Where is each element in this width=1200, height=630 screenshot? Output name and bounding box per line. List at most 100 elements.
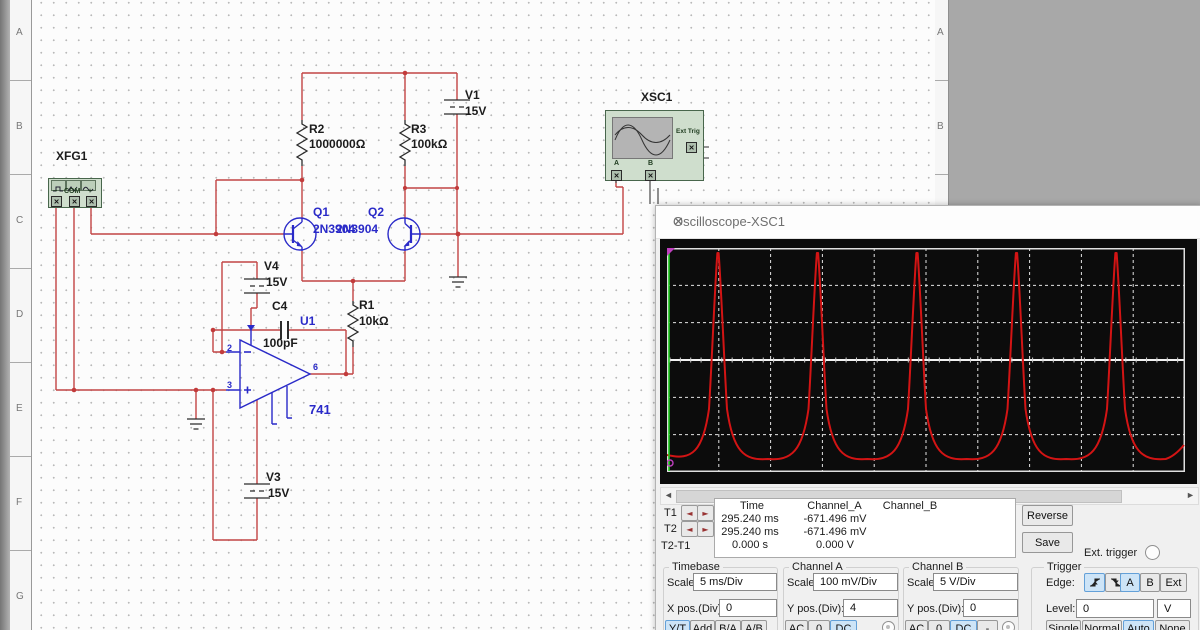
xsc1-a-label: A <box>614 160 619 167</box>
xsc1-mini-screen <box>612 117 673 159</box>
channel-b-ypos-input[interactable]: 0 <box>963 599 1018 617</box>
channel-b-ac-button[interactable]: AC <box>905 620 928 630</box>
trigger-b-button[interactable]: B <box>1140 573 1160 592</box>
r2-value[interactable]: 1000000Ω <box>309 137 365 151</box>
rising-edge-icon <box>1088 576 1102 589</box>
timebase-scale-input[interactable]: 5 ms/Div <box>693 573 777 591</box>
c4-ref[interactable]: C4 <box>272 299 287 313</box>
v3-ref[interactable]: V3 <box>266 470 281 484</box>
r1-ref[interactable]: R1 <box>359 298 374 312</box>
channel-a-radio[interactable] <box>882 621 895 630</box>
active-symbols <box>226 218 421 424</box>
t2t1-label: T2-T1 <box>661 540 690 552</box>
dt-time: 0.000 s <box>715 539 785 551</box>
q2-ref[interactable]: Q2 <box>368 205 384 219</box>
xfg1-plus-terminal[interactable]: ✕ <box>86 196 97 207</box>
v1-ref[interactable]: V1 <box>465 88 480 102</box>
xsc1-exttrig-terminal[interactable]: ✕ <box>686 142 697 153</box>
xfg1-minus-label: − <box>53 188 57 195</box>
t2-label: T2 <box>664 523 677 535</box>
r2-ref[interactable]: R2 <box>309 122 324 136</box>
rising-edge-button[interactable] <box>1084 573 1105 592</box>
channel-b-scale-input[interactable]: 5 V/Div <box>933 573 1018 591</box>
r1-value[interactable]: 10kΩ <box>359 314 389 328</box>
t2-left-button[interactable]: ◄ <box>681 521 698 537</box>
t1-time: 295.240 ms <box>715 513 785 525</box>
channel-a-ac-button[interactable]: AC <box>785 620 808 630</box>
channel-a-dc-button[interactable]: DC <box>830 620 857 630</box>
t2-time: 295.240 ms <box>715 526 785 538</box>
add-button[interactable]: Add <box>690 620 715 630</box>
q1-ref[interactable]: Q1 <box>313 205 329 219</box>
channel-b-radio[interactable] <box>1002 621 1015 630</box>
oscilloscope-window[interactable]: Oscilloscope-XSC1 ✕ ◄ ► T1 ◄ ► T2 ◄ ► T2… <box>655 205 1200 630</box>
channel-a-scale-input[interactable]: 100 mV/Div <box>813 573 898 591</box>
trigger-level-input[interactable]: 0 <box>1076 599 1154 618</box>
mini-sine-traces <box>613 118 672 158</box>
trigger-label: Trigger <box>1044 561 1084 573</box>
normal-button[interactable]: Normal <box>1082 620 1122 630</box>
save-button[interactable]: Save <box>1022 532 1073 553</box>
xfg1-ref[interactable]: XFG1 <box>56 149 87 163</box>
xfg1-plus-label: + <box>88 188 92 195</box>
v1-value[interactable]: 15V <box>465 104 486 118</box>
dt-channel-a: 0.000 V <box>800 539 870 551</box>
oscilloscope-titlebar[interactable]: Oscilloscope-XSC1 ✕ <box>656 206 1200 239</box>
channel-b-minus-button[interactable]: - <box>977 620 998 630</box>
channel-a-ypos-input[interactable]: 4 <box>843 599 898 617</box>
t1-right-button[interactable]: ► <box>697 505 714 521</box>
scope-graticule-and-trace <box>667 248 1185 472</box>
trigger-level-label: Level: <box>1046 603 1075 615</box>
xsc1-b-label: B <box>648 160 653 167</box>
yt-button[interactable]: Y/T <box>665 620 690 630</box>
col-channel-b: Channel_B <box>870 500 950 512</box>
auto-button[interactable]: Auto <box>1123 620 1154 630</box>
trigger-ext-button[interactable]: Ext <box>1160 573 1187 592</box>
t2-channel-a: -671.496 mV <box>800 526 870 538</box>
xfg1-minus-terminal[interactable]: ✕ <box>51 196 62 207</box>
t1-left-button[interactable]: ◄ <box>681 505 698 521</box>
col-time: Time <box>717 500 787 512</box>
readout-table: Time Channel_A Channel_B 295.240 ms -671… <box>714 498 1016 558</box>
q2-value[interactable]: 2N3904 <box>336 222 378 236</box>
xsc1-b-terminal[interactable]: ✕ <box>645 170 656 181</box>
xsc1-exttrig-label: Ext Trig <box>676 128 700 135</box>
u1-value[interactable]: 741 <box>309 402 331 417</box>
scroll-right-icon[interactable]: ► <box>1184 489 1197 501</box>
channel-b-dc-button[interactable]: DC <box>950 620 977 630</box>
channel-a-ypos-label: Y pos.(Div): <box>787 603 844 615</box>
c4-value[interactable]: 100pF <box>263 336 298 350</box>
v4-ref[interactable]: V4 <box>264 259 279 273</box>
u1-ref[interactable]: U1 <box>300 314 315 328</box>
none-button[interactable]: None <box>1155 620 1190 630</box>
ba-button[interactable]: B/A <box>715 620 741 630</box>
xfg1-com-label: COM <box>64 188 80 195</box>
v4-value[interactable]: 15V <box>266 275 287 289</box>
xsc1-a-terminal[interactable]: ✕ <box>611 170 622 181</box>
single-button[interactable]: Single <box>1046 620 1081 630</box>
t1-channel-a: -671.496 mV <box>800 513 870 525</box>
trigger-level-unit[interactable]: V <box>1157 599 1191 618</box>
trigger-a-button[interactable]: A <box>1120 573 1140 592</box>
reverse-button[interactable]: Reverse <box>1022 505 1073 526</box>
t2-right-button[interactable]: ► <box>697 521 714 537</box>
ext-trigger-radio[interactable] <box>1145 545 1160 560</box>
channel-a-zero-button[interactable]: 0 <box>808 620 830 630</box>
ab-button[interactable]: A/B <box>741 620 767 630</box>
multisim-workspace: A B C D E F G A B C D E F G <box>0 0 1200 630</box>
close-icon[interactable]: ✕ <box>673 214 1185 230</box>
xsc1-ref[interactable]: XSC1 <box>641 90 672 104</box>
channel-b-ypos-label: Y pos.(Div): <box>907 603 964 615</box>
scroll-left-icon[interactable]: ◄ <box>662 489 675 501</box>
channel-b-label: Channel B <box>909 561 966 573</box>
r3-value[interactable]: 100kΩ <box>411 137 447 151</box>
scope-display <box>660 239 1197 484</box>
timebase-xpos-label: X pos.(Div): <box>667 603 724 615</box>
channel-b-zero-button[interactable]: 0 <box>928 620 950 630</box>
xfg1-com-terminal[interactable]: ✕ <box>69 196 80 207</box>
col-channel-a: Channel_A <box>797 500 872 512</box>
t1-label: T1 <box>664 507 677 519</box>
r3-ref[interactable]: R3 <box>411 122 426 136</box>
timebase-xpos-input[interactable]: 0 <box>719 599 777 617</box>
v3-value[interactable]: 15V <box>268 486 289 500</box>
